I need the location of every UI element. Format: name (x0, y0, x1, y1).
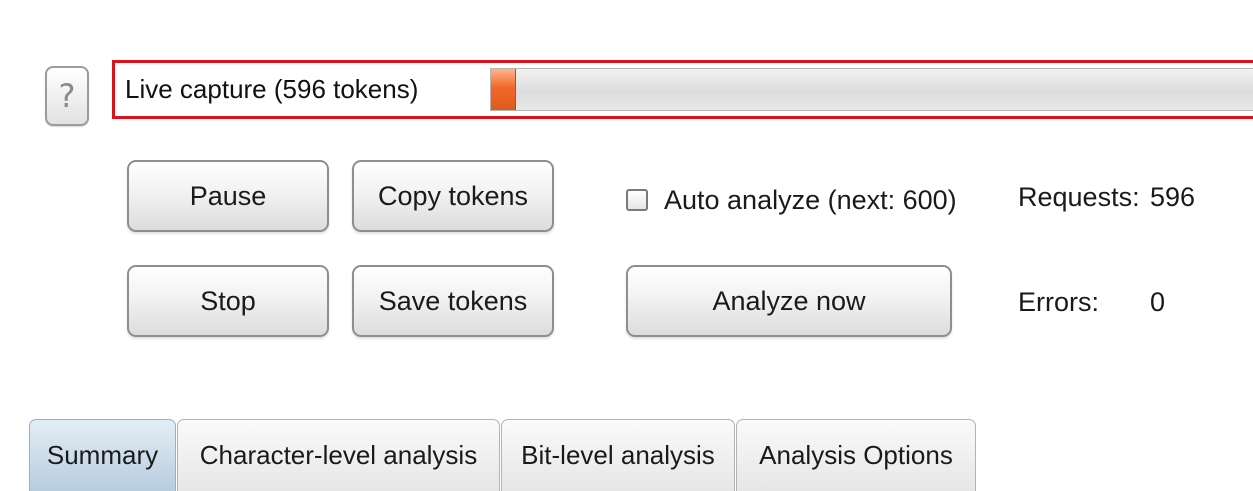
requests-count: 596 (1150, 182, 1196, 212)
requests-label: Requests: (1018, 182, 1140, 212)
tab-character-level-analysis[interactable]: Character-level analysis (177, 419, 500, 491)
stop-button[interactable]: Stop (127, 265, 329, 337)
auto-analyze-label: Auto analyze (next: 600) (664, 184, 957, 215)
tab-bit-level-analysis[interactable]: Bit-level analysis (501, 419, 735, 491)
copy-tokens-button[interactable]: Copy tokens (352, 160, 554, 232)
capture-progress-bar (490, 68, 1253, 111)
question-mark-icon: ? (58, 77, 76, 115)
live-capture-status: Live capture (596 tokens) (125, 74, 419, 104)
save-tokens-button[interactable]: Save tokens (352, 265, 554, 337)
analyze-now-button[interactable]: Analyze now (626, 265, 952, 337)
tab-analysis-options[interactable]: Analysis Options (736, 419, 976, 491)
auto-analyze-checkbox[interactable] (626, 189, 648, 211)
errors-count: 0 (1150, 287, 1166, 317)
tab-summary[interactable]: Summary (29, 419, 176, 491)
help-button[interactable]: ? (45, 66, 89, 126)
errors-label: Errors: (1018, 287, 1099, 317)
capture-progress-fill (491, 69, 516, 110)
live-capture-row: Live capture (596 tokens) (112, 60, 1253, 119)
auto-analyze-option[interactable]: Auto analyze (next: 600) (626, 180, 957, 220)
sequencer-live-capture-panel: ? Live capture (596 tokens) Pause Copy t… (0, 0, 1253, 491)
pause-button[interactable]: Pause (127, 160, 329, 232)
analysis-tab-bar: Summary Character-level analysis Bit-lev… (29, 419, 977, 491)
